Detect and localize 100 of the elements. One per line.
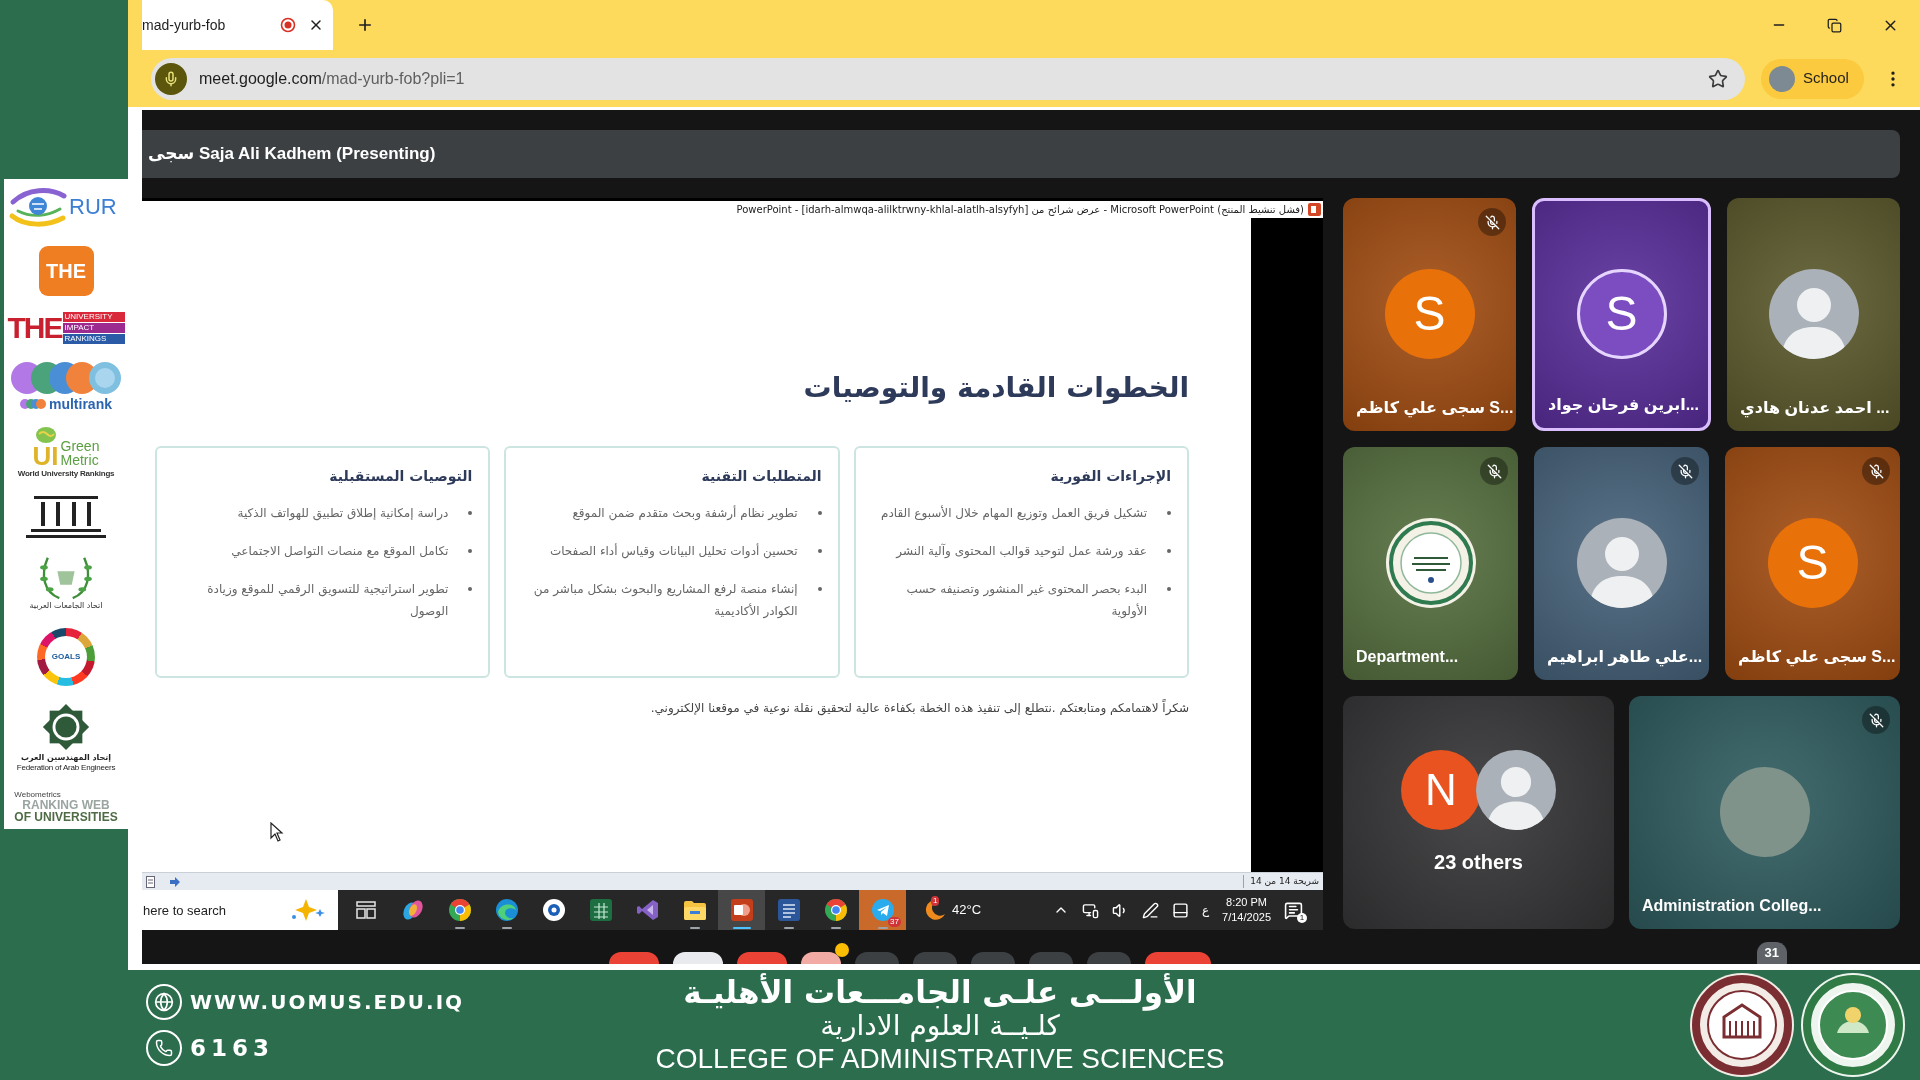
photo-placeholder [1769,65,1795,92]
browser-tab[interactable]: mad-yurb-fob [142,0,333,50]
presenter-label: سجى Saja Ali Kadhem (Presenting) [148,143,436,166]
address-bar[interactable]: meet.google.com/mad-yurb-fob?pli=1 [151,57,1745,100]
alert-count: 1 [931,896,940,906]
bullet-icon [817,511,822,515]
participant-name: Administration Colleg... [1642,896,1822,916]
college-name-line: الأولـــى علـى الجامـــعات الأهليـة [683,975,1197,1009]
participant-tile[interactable]: Administration Colleg... [1629,696,1900,929]
initial-avatar: N [1401,750,1481,830]
notification-count: 1 [1297,912,1307,923]
bullet-text: تشكيل فريق العمل وتوزيع المهام خلال الأسبوع القادم [881,504,1147,523]
plus-icon[interactable] [356,16,374,34]
close-icon[interactable] [308,17,324,33]
participant-tile[interactable]: احمد عدنان هادي ... [1727,198,1900,431]
call-control-button[interactable] [801,952,841,964]
bullet-icon [817,549,822,553]
participant-tile[interactable]: N 23 others [1343,696,1614,929]
columns-building-icon [26,495,106,538]
phone-number: 6163 [190,1033,274,1063]
small-circles-icon [20,398,46,409]
others-label: 23 others [1434,850,1523,874]
temperature-text: 42°C [952,901,982,920]
wave-circle-icon [495,899,518,921]
bullet-text: دراسة إمكانية إطلاق تطبيق للهواتف الذكية [237,505,449,523]
ribbon-icon [636,899,659,921]
slide-footer-text: شكراً لاهتمامكم ومتابعتكم .نتطلع إلى تنفيذ هذه الخطة بكفاءة عالية لتحقيق نقلة نوعية في موقعنا الإلكتروني. [650,698,1189,718]
logo-text: GOALS [51,650,81,663]
tricolor-circle-icon [448,899,471,921]
microphone-icon[interactable] [155,62,187,95]
participant-name: ابرين فرحان جواد... [1548,395,1699,416]
logo-text: Metric [60,453,100,468]
bullet-text: تحسين أدوات تحليل البيانات وقياس أداء الصفحات [549,542,798,561]
logo-text: multirank [49,396,112,411]
logo-text: RUR [69,196,117,218]
logo-label: RANKINGS [62,334,125,345]
bullet-icon [468,549,473,553]
restore-icon[interactable] [1827,17,1842,33]
seal-emblem-icon [1385,518,1476,608]
window-title: PowerPoint - [idarh-almwqa-alilktrwny-khlal-alatlh-alsyfyh] عرض شرائح من - Microsoft PowerPoint (فشل تنشيط المنتج) [736,202,1304,217]
pen-icon[interactable] [1141,901,1159,919]
slide-title: الخطوات القادمة والتوصيات [803,370,1189,406]
input-language[interactable]: ع [1201,901,1210,919]
bullet-text: تطوير نظام أرشفة وبحث متقدم ضمن الموقع [572,504,798,523]
document-icon [777,899,800,921]
panel-icon[interactable] [1171,901,1189,919]
unread-count: 37 [888,917,901,927]
logo-text: Green [60,439,100,454]
task-view-icon [355,901,376,919]
overlapping-circles-icon [10,360,122,395]
spreadsheet-icon [589,899,612,921]
profile-button[interactable]: School [1761,58,1864,99]
card-heading: الإجراءات الفورية [1050,467,1171,487]
card-heading: المتطلبات التقنية [701,467,822,486]
bullet-text: إنشاء منصة لرفع المشاريع والبحوث بشكل مباشر من الكوادر الأكاديمية [532,581,798,621]
participant-name: Department... [1356,647,1459,667]
bullet-text: تطوير استراتيجية للتسويق الرقمي للموقع وزيادة الوصول [206,581,449,620]
phone-icon [146,1030,182,1066]
participant-name: سجى علي كاظم S... [1738,647,1896,668]
sparkle-icon [292,899,326,921]
participant-tile[interactable]: Department... [1343,447,1518,680]
bullet-text: عقد ورشة عمل لتوحيد قوالب المحتوى وآلية النشر [896,542,1147,560]
taskbar-button[interactable] [718,890,765,930]
bookmark-star-icon[interactable] [1708,68,1728,89]
logo-caption: إتحاد المهندسين العرب [20,752,112,764]
college-name-line: COLLEGE OF ADMINISTRATIVE SCIENCES [655,1042,1225,1075]
folder-icon [683,900,706,920]
bullet-text: تكامل الموقع مع منصات التواصل الاجتماعي [231,543,449,560]
logo-label: IMPACT [62,323,125,334]
presentation-icon [730,899,753,921]
university-seal-icon [1801,973,1905,1077]
screen-icon[interactable] [1081,901,1099,919]
clock-date[interactable]: 7/14/2025 [1222,910,1271,925]
bullet-icon [468,587,473,591]
round-app-icon [542,899,565,921]
bullet-icon [1167,587,1171,591]
arrow-icon [170,876,180,887]
bullet-icon [1167,549,1171,553]
participant-count: 31 [1756,942,1787,964]
slide-counter: شريحة 14 من 14 [1243,874,1319,889]
search-field[interactable]: here to search [142,890,338,930]
bullet-text: البدء بحصر المحتوى غير المنشور وتصنيفه حسب الأولوية [905,581,1147,620]
logo-text: OF UNIVERSITIES [14,810,118,823]
notification-icon[interactable] [1284,900,1303,920]
participant-name: سجى علي كاظم S... [1356,398,1514,419]
college-name-line: كلـيــة العلوم الادارية [820,1008,1060,1042]
logo-caption: World University Rankings [17,469,115,480]
bullet-icon [817,587,822,591]
initial-avatar: S [1576,269,1667,359]
taskbar-button[interactable]: 37 [859,890,906,930]
card-heading: التوصيات المستقبلية [329,467,473,487]
call-control-button[interactable] [673,952,723,964]
website-text: WWW.UOMUS.EDU.IQ [190,989,465,1016]
clock-time[interactable]: 8:20 PM [1226,895,1267,910]
participant-tile[interactable]: علي طاهر ابراهيم... [1534,447,1709,680]
bullet-icon [468,511,473,515]
url-text: meet.google.com/mad-yurb-fob?pli=1 [199,68,465,89]
swoosh-globe-icon [8,185,68,229]
logo-label: UNIVERSITY [62,312,125,323]
globe-icon [34,427,57,444]
